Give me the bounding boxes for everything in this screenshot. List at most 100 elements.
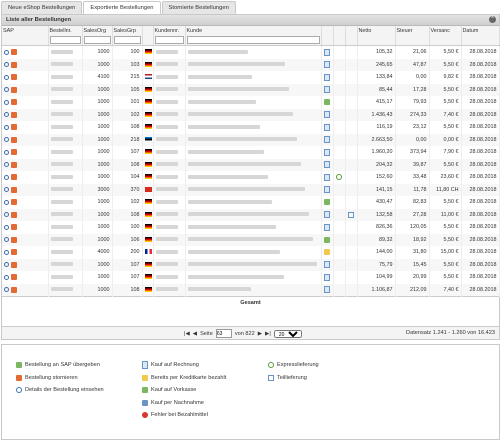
table-row[interactable]: 1000 104 152,60 33,48 23,60 €28.08.2018: [2, 171, 500, 184]
redacted-bestellnr: [50, 212, 73, 217]
salesgrp-cell: 108: [112, 208, 143, 221]
table-row[interactable]: 1000 100 826,36 120,05 5,50 €28.08.2018: [2, 221, 500, 234]
filter-salesorg-input[interactable]: [83, 36, 111, 44]
table-row[interactable]: 4100 215 133,84 0,00 9,82 €28.08.2018: [2, 71, 500, 84]
details-magnifier-icon[interactable]: [4, 162, 9, 168]
cancel-order-icon[interactable]: [11, 111, 17, 118]
prev-page-icon[interactable]: ◀: [193, 331, 197, 337]
country-flag-icon: [144, 86, 152, 92]
filter-salesgrp-input[interactable]: [113, 36, 141, 44]
redacted-kundennr: [155, 137, 178, 142]
col-steuer[interactable]: Steuer: [395, 26, 430, 35]
details-magnifier-icon[interactable]: [4, 137, 9, 143]
details-magnifier-icon[interactable]: [4, 249, 9, 255]
col-salesgrp[interactable]: SalesGrp: [112, 26, 143, 35]
col-salesorg[interactable]: SalesOrg: [82, 26, 113, 35]
col-sap[interactable]: SAP: [2, 26, 49, 35]
col-kunde[interactable]: Kunde: [185, 26, 322, 35]
cancel-order-icon[interactable]: [11, 224, 17, 231]
page-label: Seite: [200, 330, 213, 337]
legend-item-label: Bestellung an SAP übergeben: [25, 362, 100, 369]
redacted-bestellnr: [50, 174, 73, 179]
table-row[interactable]: 1000 107 104,99 20,99 5,50 €28.08.2018: [2, 271, 500, 284]
col-bestellnr[interactable]: Bestellnr.: [48, 26, 83, 35]
first-page-icon[interactable]: |◀: [184, 331, 190, 337]
cancel-order-icon[interactable]: [11, 286, 17, 293]
table-row[interactable]: 1000 103 245,65 47,87 5,50 €28.08.2018: [2, 58, 500, 71]
netto-cell: 415,17: [357, 96, 396, 109]
last-page-icon[interactable]: ▶|: [265, 331, 271, 337]
table-row[interactable]: 1000 106 89,32 18,92 5,50 €28.08.2018: [2, 233, 500, 246]
cancel-order-icon[interactable]: [11, 86, 17, 93]
table-row[interactable]: 4000 200 144,00 31,80 15,00 €28.08.2018: [2, 246, 500, 259]
details-magnifier-icon[interactable]: [4, 274, 9, 280]
table-row[interactable]: 3000 370 141,15 11,78 11,80 CH 28.08.2018: [2, 183, 500, 196]
table-row[interactable]: 1000 102 430,47 82,83 5,50 €28.08.2018: [2, 196, 500, 209]
cancel-order-icon[interactable]: [11, 199, 17, 206]
details-magnifier-icon[interactable]: [4, 87, 9, 93]
redacted-bestellnr: [50, 49, 73, 54]
details-magnifier-icon[interactable]: [4, 287, 9, 293]
table-row[interactable]: 1000 108 1.106,87 212,09 7,40 €28.08.2018: [2, 283, 500, 297]
salesorg-cell: 4000: [82, 246, 113, 259]
cancel-order-icon[interactable]: [11, 236, 17, 243]
cancel-order-icon[interactable]: [11, 274, 17, 281]
table-row[interactable]: 1000 107 1.960,20 373,94 7,90 €28.08.2018: [2, 146, 500, 159]
tab-neue-eshop-bestellungen[interactable]: Neue eShop Bestellungen: [1, 1, 83, 14]
col-datum[interactable]: Datum: [461, 26, 500, 35]
next-page-icon[interactable]: ▶: [258, 331, 262, 337]
cancel-order-icon[interactable]: [11, 161, 17, 168]
details-magnifier-icon[interactable]: [4, 199, 9, 205]
collapse-icon[interactable]: ⌃: [489, 16, 496, 23]
cancel-order-icon[interactable]: [11, 136, 17, 143]
details-magnifier-icon[interactable]: [4, 224, 9, 230]
table-row[interactable]: 1000 101 415,17 79,93 5,50 €28.08.2018: [2, 96, 500, 109]
salesorg-cell: 1000: [82, 171, 113, 184]
filter-kunde-input[interactable]: [186, 36, 320, 44]
details-magnifier-icon[interactable]: [4, 212, 9, 218]
cancel-order-icon[interactable]: [11, 49, 17, 56]
filter-bestellnr-input[interactable]: [49, 36, 81, 44]
legend-col-2: Kauf auf Rechnung Bereits per Kreditkart…: [142, 359, 226, 422]
cancel-order-icon[interactable]: [11, 186, 17, 193]
details-magnifier-icon[interactable]: [4, 187, 9, 193]
details-magnifier-icon[interactable]: [4, 237, 9, 243]
table-row[interactable]: 1000 108 116,19 23,12 5,50 €28.08.2018: [2, 121, 500, 134]
tab-stornierte-bestellungen[interactable]: Stornierte Bestellungen: [161, 1, 236, 14]
details-magnifier-icon[interactable]: [4, 112, 9, 118]
cancel-order-icon[interactable]: [11, 74, 17, 81]
redacted-kundennr: [155, 187, 178, 192]
cancel-order-icon[interactable]: [11, 149, 17, 156]
details-magnifier-icon[interactable]: [4, 62, 9, 68]
cancel-order-icon[interactable]: [11, 261, 17, 268]
cancel-order-icon[interactable]: [11, 174, 17, 181]
details-magnifier-icon[interactable]: [4, 124, 9, 130]
details-magnifier-icon[interactable]: [4, 74, 9, 80]
table-row[interactable]: 1000 105 85,44 17,28 5,50 €28.08.2018: [2, 83, 500, 96]
per-page-select[interactable]: 20: [273, 329, 302, 338]
cancel-order-icon[interactable]: [11, 61, 17, 68]
steuer-cell: 120,05: [395, 221, 430, 234]
page-input[interactable]: [215, 329, 232, 338]
details-magnifier-icon[interactable]: [4, 174, 9, 180]
details-magnifier-icon[interactable]: [4, 99, 9, 105]
details-magnifier-icon[interactable]: [4, 49, 9, 55]
cancel-order-icon[interactable]: [11, 99, 17, 106]
table-row[interactable]: 1000 100 105,32 21,06 5,50 €28.08.2018: [2, 45, 500, 59]
cancel-order-icon[interactable]: [11, 124, 17, 131]
details-magnifier-icon[interactable]: [4, 262, 9, 268]
col-netto[interactable]: Netto: [357, 26, 396, 35]
table-row[interactable]: 1000 218 2.663,50 0,00 0,00 €28.08.2018: [2, 133, 500, 146]
steuer-cell: 0,00: [395, 71, 430, 84]
filter-kundennr-input[interactable]: [154, 36, 184, 44]
col-versand[interactable]: Versanc: [429, 26, 462, 35]
table-row[interactable]: 1000 108 132,58 27,28 11,00 €28.08.2018: [2, 208, 500, 221]
cancel-order-icon[interactable]: [11, 249, 17, 256]
table-row[interactable]: 1000 107 75,79 15,45 5,50 €28.08.2018: [2, 258, 500, 271]
col-kundennr[interactable]: Kundennr.: [153, 26, 186, 35]
cancel-order-icon[interactable]: [11, 211, 17, 218]
details-magnifier-icon[interactable]: [4, 149, 9, 155]
table-row[interactable]: 1000 108 204,32 39,87 5,50 €28.08.2018: [2, 158, 500, 171]
tab-exportierte-bestellungen[interactable]: Exportierte Bestellungen: [83, 1, 161, 15]
table-row[interactable]: 1000 102 1.436,43 274,33 7,40 €28.08.2018: [2, 108, 500, 121]
